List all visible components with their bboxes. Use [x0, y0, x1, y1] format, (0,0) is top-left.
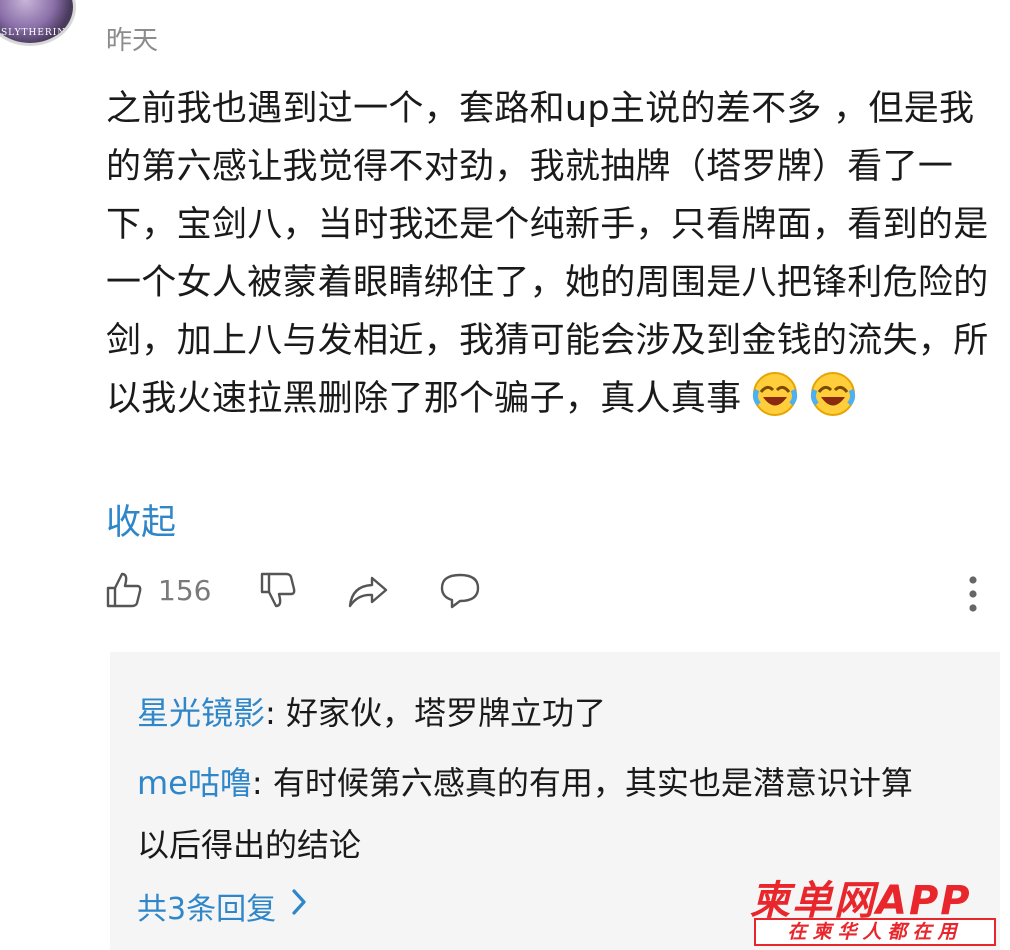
reply-item[interactable]: 星光镜影: 好家伙，塔罗牌立功了 — [137, 682, 937, 744]
reply-item[interactable]: me咕噜: 有时候第六感真的有用，其实也是潜意识计算以后得出的结论 — [137, 752, 917, 876]
dislike-button[interactable] — [258, 570, 298, 610]
share-icon — [346, 570, 390, 610]
like-count: 156 — [158, 573, 212, 607]
thumbs-down-icon — [258, 570, 298, 610]
laughing-crying-emoji-icon — [751, 370, 799, 418]
reply-author[interactable]: 星光镜影 — [137, 694, 265, 732]
laughing-crying-emoji-icon — [809, 370, 857, 418]
reply-author[interactable]: me咕噜 — [137, 764, 252, 802]
watermark: 柬单网APP 在柬华人都在用 — [750, 868, 1000, 950]
view-more-replies-link[interactable]: 共3条回复 — [137, 884, 308, 928]
comment-text: 之前我也遇到过一个，套路和up主说的差不多 ，但是我的第六感让我觉得不对劲，我就… — [106, 80, 1006, 428]
comment-actions: 156 — [104, 570, 1004, 622]
chevron-right-icon — [290, 888, 308, 924]
comment-icon — [438, 570, 482, 610]
avatar[interactable]: SLYTHERIN — [0, 0, 76, 46]
watermark-slogan: 在柬华人都在用 — [754, 918, 996, 946]
reply-button[interactable] — [438, 570, 482, 610]
reply-text: : 有时候第六感真的有用，其实也是潜意识计算以后得出的结论 — [137, 764, 913, 864]
more-vertical-icon — [968, 576, 978, 618]
share-button[interactable] — [346, 570, 390, 610]
reply-text: : 好家伙，塔罗牌立功了 — [265, 694, 606, 732]
comment-date: 昨天 — [106, 26, 159, 56]
more-options-button[interactable] — [968, 574, 978, 618]
collapse-link[interactable]: 收起 — [106, 494, 176, 545]
thumbs-up-icon — [104, 570, 144, 610]
more-replies-label: 共3条回复 — [137, 892, 277, 927]
avatar-badge-text: SLYTHERIN — [1, 28, 67, 38]
like-button[interactable]: 156 — [104, 570, 211, 610]
